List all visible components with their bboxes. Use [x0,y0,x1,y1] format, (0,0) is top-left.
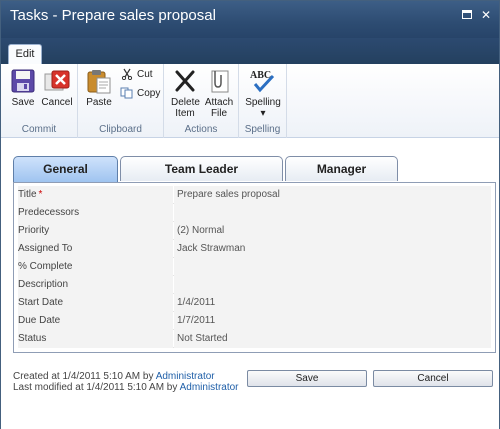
attach-file-label-1: Attach [204,97,234,108]
dialog-window: Tasks - Prepare sales proposal ✕ Edit Sa… [0,0,500,429]
form-content: General Team Leader Manager Title * Prepa… [1,139,499,429]
field-row-due-date: Due Date 1/7/2011 [18,312,491,330]
field-row-predecessors: Predecessors [18,204,491,222]
clipboard-group-label: Clipboard [99,124,142,135]
attach-file-icon [211,70,229,93]
modified-by-link[interactable]: Administrator [180,382,239,393]
spelling-group-label: Spelling [244,124,281,135]
tab-team-leader[interactable]: Team Leader [120,156,283,181]
field-label: Priority [18,222,173,240]
paste-icon [87,70,111,94]
form-tabstrip: General Team Leader Manager [13,156,499,183]
form-fields-panel: Title * Prepare sales proposal Predecesso… [13,182,496,353]
paste-button[interactable]: Paste [85,68,113,108]
tab-manager[interactable]: Manager [285,156,398,181]
spelling-group: ABC Spelling ▾ Spelling [239,64,287,138]
field-label: Predecessors [18,204,173,222]
predecessors-field[interactable] [174,204,491,222]
field-label: Start Date [18,294,173,312]
copy-button[interactable]: Copy [120,87,160,101]
field-row-description: Description [18,276,491,294]
delete-item-button[interactable]: Delete Item [171,68,200,119]
assigned-to-link[interactable]: Jack Strawman [174,240,491,258]
save-button-footer[interactable]: Save [247,370,367,387]
field-row-status: Status Not Started [18,330,491,348]
spelling-button[interactable]: ABC Spelling ▾ [245,68,281,119]
title-bar: Tasks - Prepare sales proposal ✕ [1,1,499,38]
item-metadata: Created at 1/4/2011 5:10 AM by Administr… [13,371,239,393]
required-marker: * [38,189,43,200]
delete-item-icon [175,70,195,92]
description-field[interactable] [174,276,491,294]
spelling-icon: ABC [250,70,275,93]
cut-button[interactable]: Cut [120,68,153,82]
ribbon: Save Cancel Commit Paste Cut Copy Clipbo… [1,64,499,138]
commit-group-label: Commit [21,124,57,135]
percent-complete-field[interactable] [174,258,491,276]
created-by-link[interactable]: Administrator [156,371,215,382]
priority-field[interactable]: (2) Normal [174,222,491,240]
modified-line: Last modified at 1/4/2011 5:10 AM by Adm… [13,382,239,393]
spelling-label: Spelling [245,97,281,108]
field-label-text: Title [18,189,37,200]
field-row-start-date: Start Date 1/4/2011 [18,294,491,312]
cancel-label: Cancel [41,97,73,108]
field-row-priority: Priority (2) Normal [18,222,491,240]
cut-icon [121,69,133,81]
save-button[interactable]: Save [9,68,37,108]
field-label: % Complete [18,258,173,276]
tab-edit[interactable]: Edit [8,44,42,65]
created-text: Created at 1/4/2011 5:10 AM by [13,371,156,382]
start-date-field[interactable]: 1/4/2011 [174,294,491,312]
field-label: Title * [18,186,173,204]
clipboard-group: Paste Cut Copy Clipboard [78,64,164,138]
actions-group: Delete Item Attach File Actions [164,64,239,138]
maximize-button[interactable] [460,8,474,22]
field-label: Assigned To [18,240,173,258]
cancel-icon [44,70,70,91]
copy-icon [120,87,133,99]
field-row-assigned-to: Assigned To Jack Strawman [18,240,491,258]
maximize-icon [462,10,472,19]
delete-item-label-1: Delete [171,97,200,108]
field-label: Due Date [18,312,173,330]
cancel-button-footer[interactable]: Cancel [373,370,493,387]
attach-file-button[interactable]: Attach File [204,68,234,119]
save-icon [11,69,35,93]
commit-group: Save Cancel Commit [1,64,78,138]
tab-general[interactable]: General [13,156,118,182]
status-field[interactable]: Not Started [174,330,491,348]
attach-file-label-2: File [210,108,228,119]
close-button[interactable]: ✕ [479,8,493,22]
field-row-percent-complete: % Complete [18,258,491,276]
copy-label: Copy [137,88,161,99]
modified-text: Last modified at 1/4/2011 5:10 AM by [13,382,180,393]
title-field[interactable]: Prepare sales proposal [174,186,491,204]
delete-item-label-2: Item [175,108,195,119]
actions-group-label: Actions [184,124,218,135]
field-row-title: Title * Prepare sales proposal [18,186,491,204]
field-label: Description [18,276,173,294]
paste-label: Paste [86,97,112,108]
ribbon-tab-bar: Edit [1,38,499,65]
window-title: Tasks - Prepare sales proposal [10,7,216,24]
cut-label: Cut [137,69,153,80]
cancel-button-ribbon[interactable]: Cancel [41,68,73,108]
save-label: Save [11,97,35,108]
field-label: Status [18,330,173,348]
due-date-field[interactable]: 1/7/2011 [174,312,491,330]
spelling-dropdown-icon: ▾ [260,108,266,119]
created-line: Created at 1/4/2011 5:10 AM by Administr… [13,371,239,382]
